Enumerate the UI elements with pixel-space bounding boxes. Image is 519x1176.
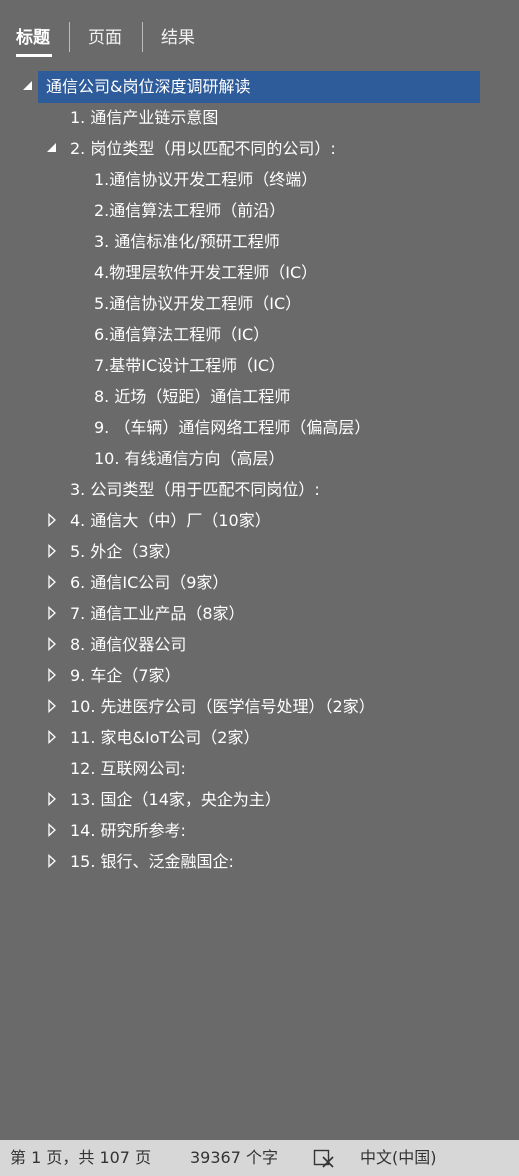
expanded-triangle-icon[interactable] (44, 139, 60, 157)
tab-results[interactable]: 结果 (161, 26, 195, 50)
tree-item-label: 10. 有线通信方向（高层） (94, 449, 285, 468)
tree-item[interactable]: 7.基带IC设计工程师（IC） (0, 350, 519, 381)
tree-item-label: 9. （车辆）通信网络工程师（偏高层） (94, 418, 371, 437)
collapsed-triangle-icon[interactable] (44, 635, 60, 653)
tree-item-label: 3. 公司类型（用于匹配不同岗位）: (70, 480, 320, 499)
page-count[interactable]: 第 1 页，共 107 页 (10, 1148, 151, 1168)
tree-item-label: 8. 通信仪器公司 (70, 635, 187, 654)
tree-item-label: 1.通信协议开发工程师（终端） (94, 170, 318, 189)
tree-item[interactable]: 8. 通信仪器公司 (0, 629, 519, 660)
tree-item-label: 7.基带IC设计工程师（IC） (94, 356, 286, 375)
tree-item[interactable]: 8. 近场（短距）通信工程师 (0, 381, 519, 412)
tree-item[interactable]: 1.通信协议开发工程师（终端） (0, 164, 519, 195)
status-bar: 第 1 页，共 107 页 39367 个字 中文(中国) (0, 1140, 519, 1176)
tree-item-label: 14. 研究所参考: (70, 821, 186, 840)
collapsed-triangle-icon[interactable] (44, 542, 60, 560)
tree-item[interactable]: 6. 通信IC公司（9家） (0, 567, 519, 598)
tab-headings[interactable]: 标题 (16, 26, 50, 50)
tab-divider (69, 22, 70, 52)
collapsed-triangle-icon[interactable] (44, 728, 60, 746)
collapsed-triangle-icon[interactable] (44, 852, 60, 870)
word-count[interactable]: 39367 个字 (190, 1148, 278, 1168)
tree-item[interactable]: 4. 通信大（中）厂（10家） (0, 505, 519, 536)
tree-item-label: 15. 银行、泛金融国企: (70, 852, 234, 871)
tree-item-label: 2. 岗位类型（用以匹配不同的公司）: (70, 139, 336, 158)
tree-item-label: 9. 车企（7家） (70, 666, 181, 685)
navigation-tabs: 标题 页面 结果 (0, 0, 519, 68)
tree-item[interactable]: 11. 家电&IoT公司（2家） (0, 722, 519, 753)
tree-item-label: 6. 通信IC公司（9家） (70, 573, 229, 592)
tree-item[interactable]: 5. 外企（3家） (0, 536, 519, 567)
collapsed-triangle-icon[interactable] (44, 511, 60, 529)
collapsed-triangle-icon[interactable] (44, 573, 60, 591)
tree-item[interactable]: 通信公司&岗位深度调研解读 (0, 71, 519, 103)
tree-item-label: 2.通信算法工程师（前沿） (94, 201, 286, 220)
collapsed-triangle-icon[interactable] (44, 821, 60, 839)
tree-item-label: 5. 外企（3家） (70, 542, 181, 561)
tree-item-label: 5.通信协议开发工程师（IC） (94, 294, 302, 313)
collapsed-triangle-icon[interactable] (44, 790, 60, 808)
tree-item[interactable]: 1. 通信产业链示意图 (0, 102, 519, 133)
tree-item[interactable]: 4.物理层软件开发工程师（IC） (0, 257, 519, 288)
tree-item[interactable]: 10. 有线通信方向（高层） (0, 443, 519, 474)
expanded-triangle-icon[interactable] (20, 77, 36, 95)
tree-item-label: 通信公司&岗位深度调研解读 (46, 77, 251, 96)
tree-item[interactable]: 10. 先进医疗公司（医学信号处理）（2家） (0, 691, 519, 722)
tree-item-label: 8. 近场（短距）通信工程师 (94, 387, 291, 406)
tab-divider (142, 22, 143, 52)
tree-item[interactable]: 3. 公司类型（用于匹配不同岗位）: (0, 474, 519, 505)
collapsed-triangle-icon[interactable] (44, 666, 60, 684)
tree-item[interactable]: 14. 研究所参考: (0, 815, 519, 846)
tree-item-label: 7. 通信工业产品（8家） (70, 604, 245, 623)
tree-item[interactable]: 5.通信协议开发工程师（IC） (0, 288, 519, 319)
tree-item[interactable]: 15. 银行、泛金融国企: (0, 846, 519, 877)
collapsed-triangle-icon[interactable] (44, 697, 60, 715)
tree-item[interactable]: 2. 岗位类型（用以匹配不同的公司）: (0, 133, 519, 164)
tree-item[interactable]: 2.通信算法工程师（前沿） (0, 195, 519, 226)
tree-item-label: 4.物理层软件开发工程师（IC） (94, 263, 318, 282)
tree-item-label: 1. 通信产业链示意图 (70, 108, 219, 127)
tree-item[interactable]: 7. 通信工业产品（8家） (0, 598, 519, 629)
tree-item-label: 12. 互联网公司: (70, 759, 186, 778)
tree-item[interactable]: 13. 国企（14家，央企为主） (0, 784, 519, 815)
tree-item-label: 3. 通信标准化/预研工程师 (94, 232, 280, 251)
active-tab-indicator (16, 54, 52, 57)
collapsed-triangle-icon[interactable] (44, 604, 60, 622)
tree-item[interactable]: 12. 互联网公司: (0, 753, 519, 784)
proofing-icon[interactable] (313, 1148, 335, 1168)
tree-item[interactable]: 6.通信算法工程师（IC） (0, 319, 519, 350)
tree-item-label: 6.通信算法工程师（IC） (94, 325, 270, 344)
tree-item-label: 11. 家电&IoT公司（2家） (70, 728, 260, 747)
language-indicator[interactable]: 中文(中国) (360, 1148, 437, 1168)
tree-item[interactable]: 3. 通信标准化/预研工程师 (0, 226, 519, 257)
tree-item-label: 10. 先进医疗公司（医学信号处理）（2家） (70, 697, 375, 716)
tree-item-label: 13. 国企（14家，央企为主） (70, 790, 281, 809)
tree-item-label: 4. 通信大（中）厂（10家） (70, 511, 271, 530)
tree-item[interactable]: 9. 车企（7家） (0, 660, 519, 691)
tab-pages[interactable]: 页面 (88, 26, 122, 50)
tree-item[interactable]: 9. （车辆）通信网络工程师（偏高层） (0, 412, 519, 443)
